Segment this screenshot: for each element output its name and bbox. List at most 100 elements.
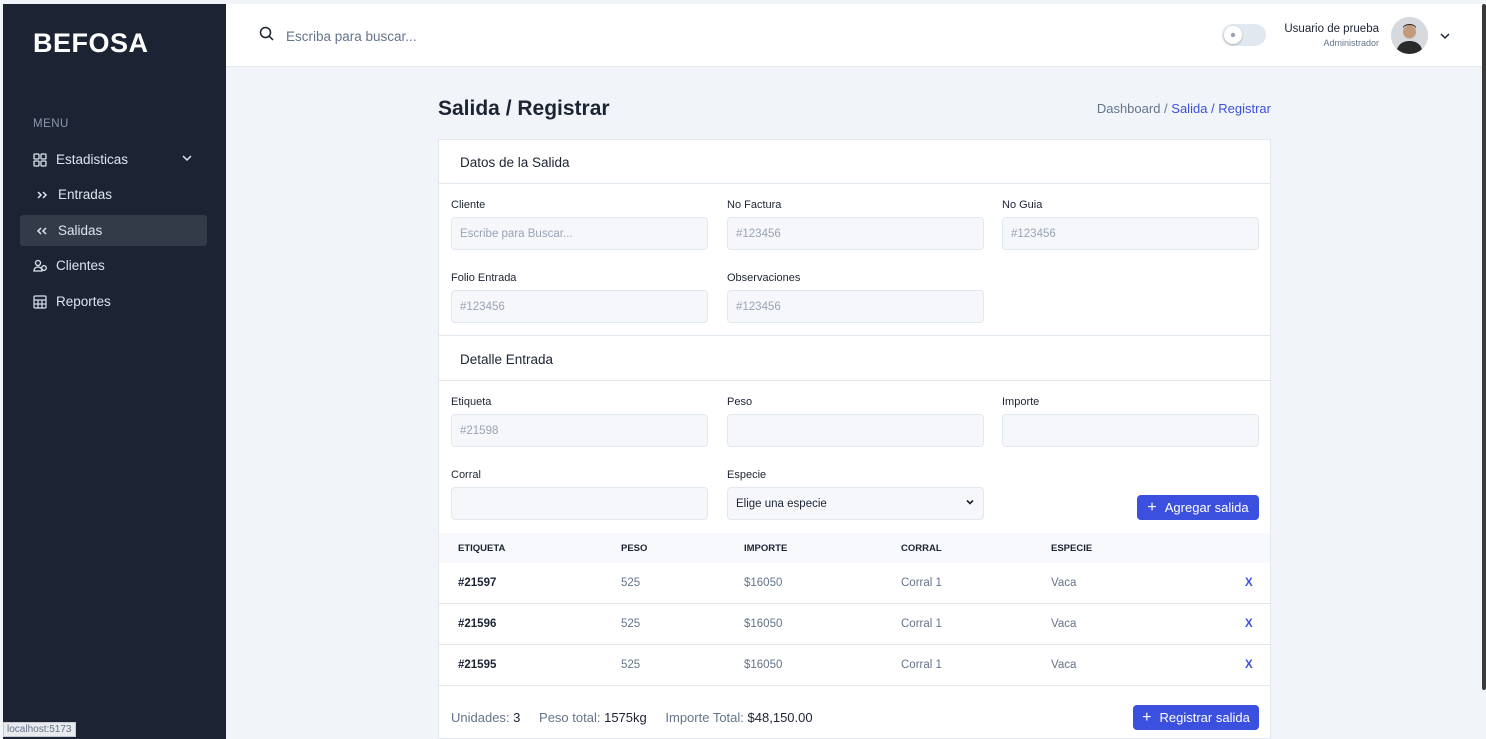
section-title-datos: Datos de la Salida [460, 155, 570, 170]
breadcrumb-current: Salida / Registrar [1171, 101, 1271, 116]
peso-total-value: 1575kg [604, 710, 647, 725]
table-header: ETIQUETA PESO IMPORTE CORRAL ESPECIE [439, 533, 1270, 563]
cell-especie: Vaca [1051, 577, 1077, 589]
chevron-down-icon [181, 152, 193, 167]
table-icon [32, 294, 48, 310]
sidebar-item-clientes[interactable]: Clientes [20, 250, 207, 281]
importe-input[interactable] [1002, 414, 1259, 447]
label-etiqueta: Etiqueta [451, 396, 492, 408]
users-icon [32, 258, 48, 274]
form-card: Datos de la Salida Cliente Escribe para … [438, 139, 1271, 739]
delete-row-button[interactable]: X [1245, 577, 1253, 589]
column-header-especie: ESPECIE [1051, 543, 1093, 554]
status-url: localhost:5173 [3, 722, 76, 737]
label-corral: Corral [451, 469, 481, 481]
chevron-down-icon [965, 497, 975, 510]
scrollbar[interactable] [1482, 4, 1486, 690]
double-chevron-left-icon [34, 223, 50, 239]
cell-etiqueta: #21595 [458, 659, 497, 671]
cell-importe: $16050 [744, 577, 783, 589]
divider [439, 335, 1270, 336]
column-header-peso: PESO [621, 543, 648, 554]
cell-etiqueta: #21597 [458, 577, 497, 589]
divider [439, 183, 1270, 184]
search-icon[interactable] [259, 26, 274, 46]
breadcrumb-root[interactable]: Dashboard / [1097, 101, 1168, 116]
cell-corral: Corral 1 [901, 577, 942, 589]
user-role: Administrador [1323, 38, 1379, 48]
cliente-input[interactable]: Escribe para Buscar... [451, 217, 708, 250]
search-bar [259, 26, 586, 46]
sidebar-item-label: Salidas [58, 223, 103, 238]
peso-input[interactable] [727, 414, 984, 447]
sidebar-item-label: Clientes [56, 258, 105, 273]
delete-row-button[interactable]: X [1245, 659, 1253, 671]
unidades-value: 3 [513, 710, 521, 725]
cell-especie: Vaca [1051, 618, 1077, 630]
label-importe: Importe [1002, 396, 1040, 408]
label-especie: Especie [727, 469, 767, 481]
no-factura-input[interactable]: #123456 [727, 217, 984, 250]
plus-icon: + [1142, 708, 1152, 726]
cell-corral: Corral 1 [901, 659, 942, 671]
sidebar: BEFOSA MENU Estadisticas Entradas Salida… [3, 4, 226, 739]
dark-mode-toggle[interactable] [1222, 24, 1266, 46]
register-salida-label: Registrar salida [1159, 710, 1250, 725]
user-info[interactable]: Usuario de prueba Administrador [1284, 23, 1379, 48]
sidebar-item-salidas[interactable]: Salidas [20, 215, 207, 246]
corral-input[interactable] [451, 487, 708, 520]
peso-total-label: Peso total: [539, 710, 601, 725]
importe-total-value: $48,150.00 [747, 710, 813, 725]
table-row: #21596 525 $16050 Corral 1 Vaca X [439, 604, 1270, 645]
column-header-etiqueta: ETIQUETA [458, 543, 506, 554]
sidebar-item-label: Entradas [58, 187, 113, 202]
plus-icon: + [1147, 498, 1157, 516]
especie-select-value: Elige una especie [736, 497, 827, 510]
summary-line: Unidades: 3 Peso total: 1575kg Importe T… [451, 710, 828, 725]
breadcrumb: Dashboard / Salida / Registrar [1097, 101, 1271, 116]
register-salida-button[interactable]: + Registrar salida [1133, 705, 1259, 730]
sidebar-item-label: Estadisticas [56, 152, 129, 167]
table-row: #21597 525 $16050 Corral 1 Vaca X [439, 563, 1270, 604]
add-salida-button[interactable]: + Agregar salida [1137, 495, 1259, 520]
menu-label: MENU [33, 118, 69, 130]
label-folio-entrada: Folio Entrada [451, 272, 517, 284]
unidades-label: Unidades: [451, 710, 510, 725]
add-salida-label: Agregar salida [1164, 500, 1249, 515]
sun-icon [1224, 26, 1242, 44]
column-header-corral: CORRAL [901, 543, 942, 554]
sidebar-item-estadisticas[interactable]: Estadisticas [20, 144, 207, 175]
label-peso: Peso [727, 396, 753, 408]
folio-entrada-input[interactable]: #123456 [451, 290, 708, 323]
page-title: Salida / Registrar [438, 97, 610, 120]
sidebar-item-entradas[interactable]: Entradas [20, 179, 207, 210]
grid-icon [32, 152, 48, 168]
divider [439, 380, 1270, 381]
sidebar-item-label: Reportes [56, 294, 111, 309]
delete-row-button[interactable]: X [1245, 618, 1253, 630]
etiqueta-input[interactable]: #21598 [451, 414, 708, 447]
chevron-down-icon[interactable] [1439, 29, 1451, 47]
importe-total-label: Importe Total: [665, 710, 744, 725]
label-no-factura: No Factura [727, 199, 782, 211]
cell-peso: 525 [621, 659, 641, 671]
cell-corral: Corral 1 [901, 618, 942, 630]
especie-select[interactable]: Elige una especie [727, 487, 984, 520]
cell-peso: 525 [621, 618, 641, 630]
brand-logo[interactable]: BEFOSA [33, 28, 149, 59]
avatar[interactable] [1391, 17, 1428, 54]
sidebar-item-reportes[interactable]: Reportes [20, 286, 207, 317]
cell-importe: $16050 [744, 618, 783, 630]
cell-importe: $16050 [744, 659, 783, 671]
label-observaciones: Observaciones [727, 272, 801, 284]
cell-etiqueta: #21596 [458, 618, 497, 630]
observaciones-input[interactable]: #123456 [727, 290, 984, 323]
no-guia-input[interactable]: #123456 [1002, 217, 1259, 250]
search-input[interactable] [286, 28, 586, 44]
label-no-guia: No Guia [1002, 199, 1043, 211]
table-row: #21595 525 $16050 Corral 1 Vaca X [439, 645, 1270, 686]
column-header-importe: IMPORTE [744, 543, 788, 554]
user-name: Usuario de prueba [1284, 23, 1379, 35]
top-header: Usuario de prueba Administrador [226, 4, 1482, 67]
cell-especie: Vaca [1051, 659, 1077, 671]
